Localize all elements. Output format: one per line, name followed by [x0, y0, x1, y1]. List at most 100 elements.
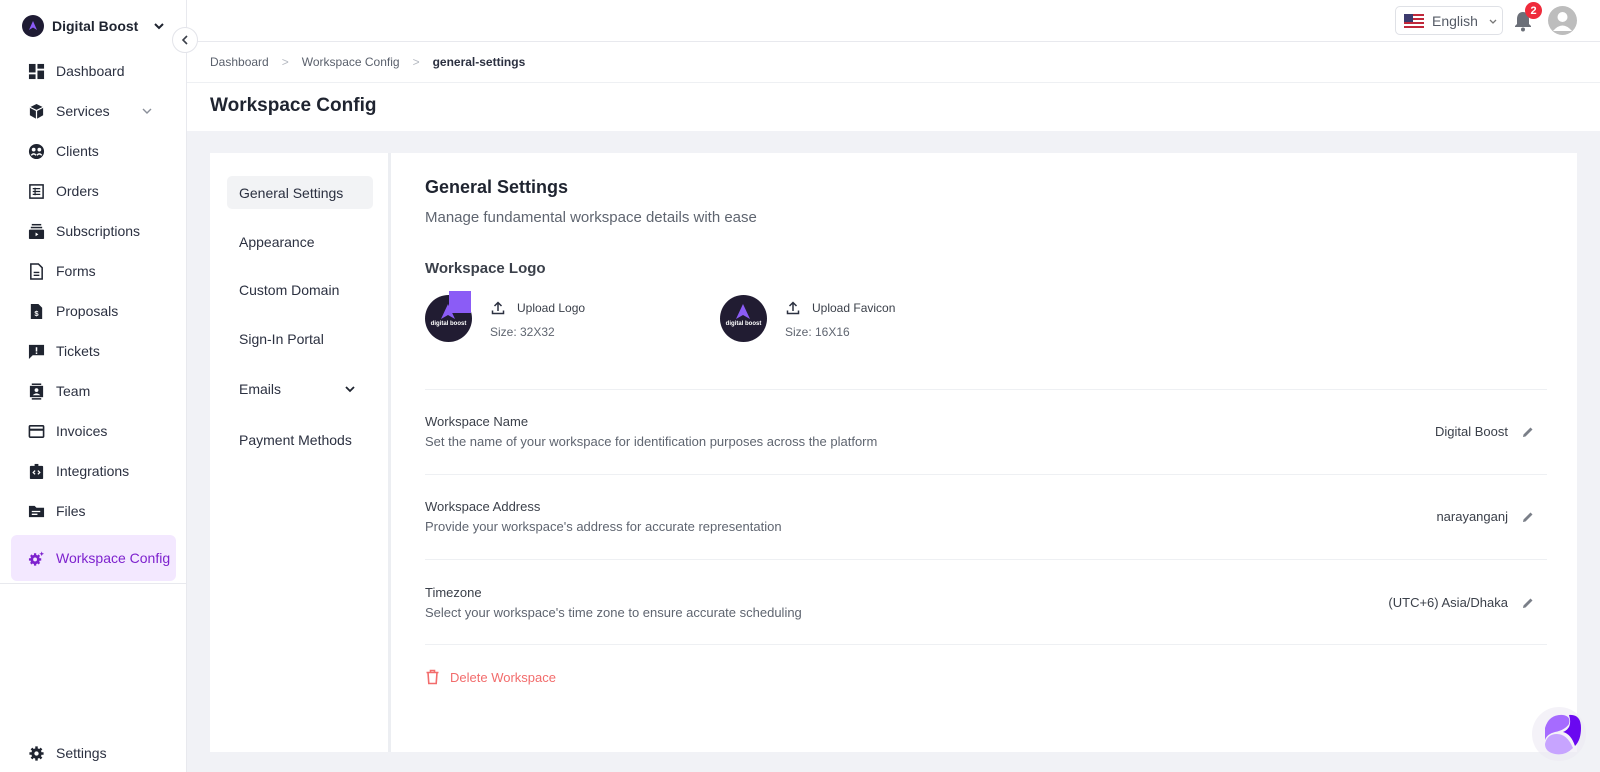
sidebar: Digital Boost Dashboard Services Clients…	[0, 0, 187, 772]
upload-favicon-label: Upload Favicon	[812, 301, 896, 315]
clients-icon	[27, 142, 45, 160]
sidebar-item-subscriptions[interactable]: Subscriptions	[0, 211, 187, 251]
sidebar-item-label: Files	[56, 503, 86, 519]
settings-subnav: General Settings Appearance Custom Domai…	[210, 153, 391, 752]
delete-workspace-label: Delete Workspace	[450, 669, 556, 685]
workspace-logo	[22, 15, 44, 37]
box-icon	[27, 102, 45, 120]
subnav-label: Payment Methods	[239, 431, 352, 448]
workspace-switcher[interactable]: Digital Boost	[22, 14, 166, 38]
sidebar-item-dashboard[interactable]: Dashboard	[0, 51, 187, 91]
credit-card-icon	[27, 422, 45, 440]
subnav-label: Appearance	[239, 233, 315, 250]
sidebar-item-label: Team	[56, 383, 91, 399]
favicon-size-hint: Size: 16X16	[785, 325, 850, 339]
divider	[425, 389, 1547, 390]
sidebar-item-integrations[interactable]: Integrations	[0, 451, 187, 491]
user-avatar[interactable]	[1548, 6, 1577, 35]
subnav-payment-methods[interactable]: Payment Methods	[227, 423, 373, 456]
trash-icon	[426, 669, 439, 685]
code-icon	[27, 462, 45, 480]
setting-description: Set the name of your workspace for ident…	[425, 434, 878, 449]
breadcrumb-dashboard[interactable]: Dashboard	[210, 55, 269, 69]
chevron-down-icon	[345, 386, 355, 393]
breadcrumb-current: general-settings	[432, 55, 526, 69]
upload-logo-button[interactable]: Upload Logo	[491, 301, 585, 315]
setting-row-timezone: Timezone Select your workspace's time zo…	[425, 585, 1547, 629]
breadcrumb-workspace-config[interactable]: Workspace Config	[302, 55, 400, 69]
chevron-down-icon	[142, 108, 152, 114]
sidebar-item-invoices[interactable]: Invoices	[0, 411, 187, 451]
subnav-label: Sign-In Portal	[239, 330, 324, 347]
collapse-sidebar-button[interactable]	[172, 27, 198, 53]
edit-pencil-icon[interactable]	[1521, 596, 1535, 610]
sidebar-item-label: Settings	[56, 745, 107, 761]
setting-value: (UTC+6) Asia/Dhaka	[1388, 595, 1508, 610]
setting-label: Workspace Address	[425, 499, 541, 514]
upload-icon	[491, 301, 505, 315]
sidebar-item-forms[interactable]: Forms	[0, 251, 187, 291]
sidebar-item-files[interactable]: Files	[0, 491, 187, 531]
subnav-label: General Settings	[239, 184, 344, 201]
logo-size-hint: Size: 32X32	[490, 325, 555, 339]
sidebar-item-label: Orders	[56, 183, 99, 199]
sidebar-item-proposals[interactable]: $ Proposals	[0, 291, 187, 331]
ticket-icon	[27, 342, 45, 360]
subnav-sign-in-portal[interactable]: Sign-In Portal	[227, 322, 373, 355]
sidebar-item-label: Subscriptions	[56, 223, 141, 239]
language-selector[interactable]: English	[1395, 6, 1503, 35]
edit-pencil-icon[interactable]	[1521, 510, 1535, 524]
subnav-appearance[interactable]: Appearance	[227, 225, 373, 258]
page-title: Workspace Config	[210, 95, 377, 116]
user-icon	[1553, 12, 1572, 31]
document-icon	[27, 262, 45, 280]
upload-logo-label: Upload Logo	[517, 301, 586, 315]
subnav-general-settings[interactable]: General Settings	[227, 176, 373, 209]
subnav-emails[interactable]: Emails	[227, 372, 373, 405]
sidebar-item-label: Tickets	[56, 343, 100, 359]
logo-wordmark: digital boost	[430, 321, 467, 327]
page-header: Workspace Config	[187, 83, 1600, 131]
logo-arrow-icon	[736, 304, 750, 319]
language-label: English	[1432, 12, 1478, 29]
sidebar-item-team[interactable]: Team	[0, 371, 187, 411]
sidebar-divider	[0, 583, 187, 584]
notification-badge: 2	[1525, 2, 1542, 19]
sidebar-item-label: Services	[56, 103, 110, 119]
sidebar-item-clients[interactable]: Clients	[0, 131, 187, 171]
workspace-logo-heading: Workspace Logo	[425, 260, 546, 277]
gear-sparkle-icon	[27, 549, 45, 567]
us-flag-icon	[1404, 13, 1424, 28]
setting-label: Workspace Name	[425, 414, 529, 429]
settings-card: General Settings Appearance Custom Domai…	[210, 153, 1577, 752]
divider	[425, 644, 1547, 645]
sidebar-item-label: Dashboard	[56, 63, 125, 79]
sidebar-item-label: Clients	[56, 143, 99, 159]
logo-wordmark: digital boost	[725, 321, 762, 327]
setting-description: Select your workspace's time zone to ens…	[425, 605, 802, 620]
chat-assistant-icon[interactable]	[1531, 706, 1587, 762]
sidebar-item-label: Invoices	[56, 423, 108, 439]
setting-row-workspace-name: Workspace Name Set the name of your work…	[425, 414, 1547, 458]
edit-pencil-icon[interactable]	[1521, 425, 1535, 439]
upload-icon	[786, 301, 800, 315]
sidebar-item-services[interactable]: Services	[0, 91, 187, 131]
subnav-custom-domain[interactable]: Custom Domain	[227, 273, 373, 306]
upload-favicon-button[interactable]: Upload Favicon	[786, 301, 895, 315]
setting-value: Digital Boost	[1435, 424, 1508, 439]
sidebar-item-orders[interactable]: Orders	[0, 171, 187, 211]
sidebar-item-tickets[interactable]: Tickets	[0, 331, 187, 371]
section-title: General Settings	[425, 177, 569, 197]
setting-label: Timezone	[425, 585, 482, 600]
breadcrumb-separator-icon: >	[412, 55, 420, 69]
sidebar-item-workspace-config[interactable]: Workspace Config	[11, 535, 176, 581]
delete-workspace-button[interactable]: Delete Workspace	[425, 669, 556, 685]
sidebar-item-label: Proposals	[56, 303, 119, 319]
sidebar-item-settings[interactable]: Settings	[0, 733, 187, 772]
divider	[425, 474, 1547, 475]
subscriptions-icon	[27, 222, 45, 240]
chevron-down-icon	[1489, 19, 1497, 24]
workspace-name: Digital Boost	[52, 18, 139, 34]
dashboard-icon	[27, 62, 45, 80]
sidebar-item-label: Integrations	[56, 463, 130, 479]
